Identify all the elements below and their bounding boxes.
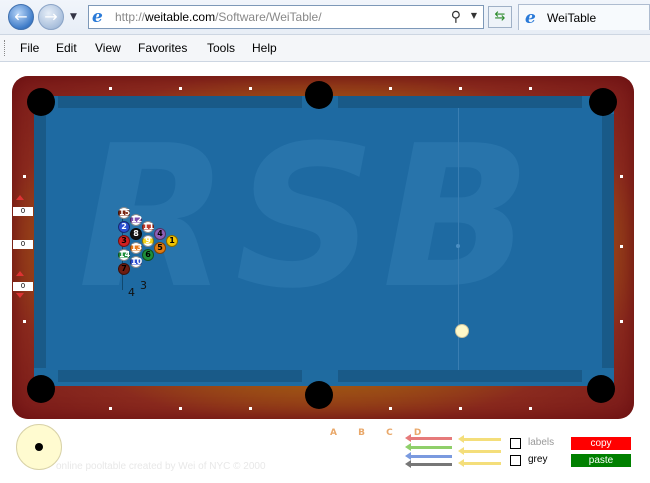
grey-checkbox-label: grey [528, 454, 548, 465]
ball-15[interactable]: 15 [118, 207, 130, 219]
ball-11[interactable]: 11 [142, 221, 154, 233]
cue-stick-yellow-icon[interactable] [458, 447, 501, 455]
diamond [179, 407, 182, 410]
pocket-top-right [589, 88, 617, 116]
diamond [249, 407, 252, 410]
cushion-bottom-left [58, 370, 302, 382]
ball-1[interactable]: 1 [166, 235, 178, 247]
address-url[interactable]: http://weitable.com/Software/WeiTable/ [115, 10, 322, 24]
cushion-left [34, 114, 46, 368]
ball-14[interactable]: 14 [118, 249, 130, 261]
counter-box: 0 [13, 240, 33, 249]
menu-file[interactable]: File [20, 41, 39, 55]
labels-checkbox-label: labels [528, 437, 555, 448]
rack-label: 3 [140, 279, 147, 292]
counter-up-arrow-icon[interactable] [16, 195, 24, 200]
back-arrow-icon[interactable]: ← [8, 4, 34, 30]
diamond [179, 87, 182, 90]
ball-2[interactable]: 2 [118, 221, 130, 233]
counter-down-arrow-icon[interactable] [16, 293, 24, 298]
url-scheme: http:// [115, 10, 146, 24]
cue-stick-blue-icon[interactable] [405, 452, 452, 460]
pocket-bottom-left [27, 375, 55, 403]
search-icon[interactable]: ⚲ [451, 9, 461, 25]
cue-stick-yellow-icon[interactable] [458, 435, 501, 443]
diamond [620, 175, 623, 178]
diamond [23, 320, 26, 323]
pocket-bottom-center [305, 381, 333, 409]
pocket-top-center [305, 81, 333, 109]
tab-weitable[interactable]: e WeiTable [518, 4, 650, 30]
menu-bar: File Edit View Favorites Tools Help [0, 34, 650, 62]
paste-button[interactable]: paste [571, 454, 631, 467]
diamond [529, 87, 532, 90]
pocket-bottom-right [587, 375, 615, 403]
history-dropdown-icon[interactable]: ▼ [70, 12, 77, 22]
cushion-right [602, 114, 614, 368]
counter-up-arrow-icon[interactable] [16, 271, 24, 276]
cue-stick-green-icon[interactable] [405, 443, 452, 451]
ball-5[interactable]: 5 [154, 242, 166, 254]
menu-help[interactable]: Help [252, 41, 277, 55]
ball-8[interactable]: 8 [130, 228, 142, 240]
rack-label: 4 [128, 286, 135, 299]
address-bar[interactable]: e http://weitable.com/Software/WeiTable/… [88, 5, 484, 29]
menu-view[interactable]: View [95, 41, 121, 55]
labels-checkbox[interactable] [510, 438, 521, 449]
ball-13[interactable]: 13 [130, 242, 142, 254]
address-dropdown-icon[interactable]: ▼ [471, 11, 477, 20]
diamond [109, 87, 112, 90]
ball-3[interactable]: 3 [118, 235, 130, 247]
diamond [23, 175, 26, 178]
diamond [459, 87, 462, 90]
grey-checkbox[interactable] [510, 455, 521, 466]
refresh-icon[interactable]: ⇆ [488, 6, 512, 28]
cue-stick-yellow-icon[interactable] [458, 459, 501, 467]
diamond [389, 87, 392, 90]
ball-12[interactable]: 12 [130, 214, 142, 226]
head-spot [456, 244, 460, 248]
ie-tab-icon: e [525, 8, 536, 28]
ball-4[interactable]: 4 [154, 228, 166, 240]
diamond [249, 87, 252, 90]
diamond [620, 320, 623, 323]
copy-button[interactable]: copy [571, 437, 631, 450]
counter-box: 0 [13, 282, 33, 291]
tab-title: WeiTable [547, 11, 597, 25]
counter-box: 0 [13, 207, 33, 216]
menu-tools[interactable]: Tools [207, 41, 235, 55]
cushion-bottom-right [338, 370, 582, 382]
diamond [389, 407, 392, 410]
diamond [529, 407, 532, 410]
credit-text: online pooltable created by Wei of NYC ©… [56, 461, 266, 472]
cue-stick-red-icon[interactable] [405, 434, 452, 442]
ball-10[interactable]: 10 [130, 256, 142, 268]
menubar-grip [4, 40, 7, 56]
diamond [620, 245, 623, 248]
browser-chrome: ← → ▼ e http://weitable.com/Software/Wei… [0, 0, 650, 62]
ball-6[interactable]: 6 [142, 249, 154, 261]
url-host: weitable.com [145, 10, 216, 24]
spin-dot[interactable] [35, 443, 43, 451]
ball-7[interactable]: 7 [118, 263, 130, 275]
url-path: /Software/WeiTable/ [215, 10, 322, 24]
diamond [109, 407, 112, 410]
ball-9[interactable]: 9 [142, 235, 154, 247]
diamond [459, 407, 462, 410]
cue-ball[interactable] [455, 324, 469, 338]
cue-stick-grey-icon[interactable] [405, 460, 452, 468]
menu-favorites[interactable]: Favorites [138, 41, 187, 55]
ie-page-icon: e [92, 7, 103, 27]
pocket-top-left [27, 88, 55, 116]
forward-arrow-icon[interactable]: → [38, 4, 64, 30]
menu-edit[interactable]: Edit [56, 41, 77, 55]
